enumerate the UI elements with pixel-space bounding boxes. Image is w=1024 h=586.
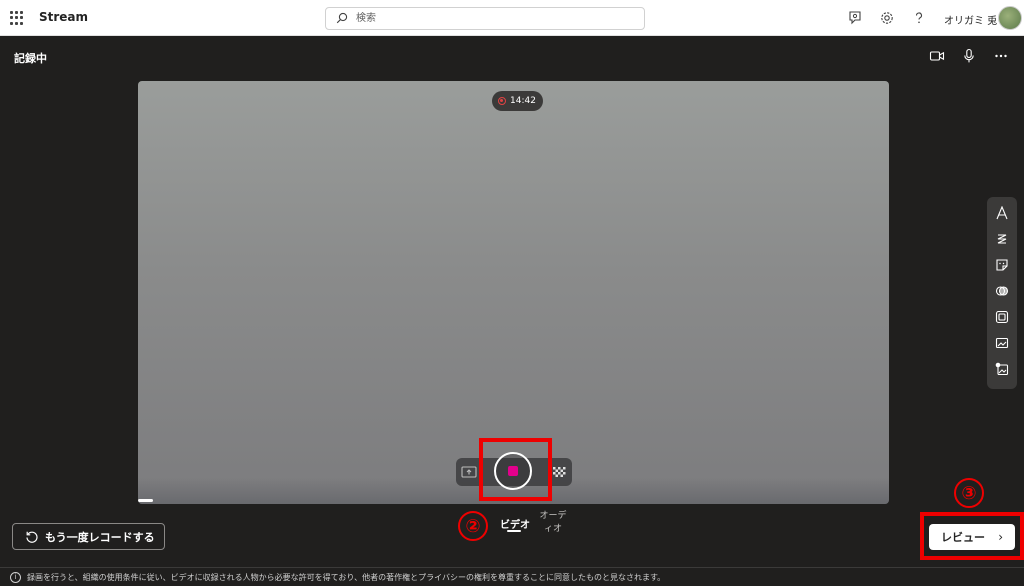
mode-audio-tab[interactable]: オーディオ: [536, 510, 570, 536]
effects-icon[interactable]: [550, 463, 568, 481]
timer-value: 14:42: [510, 96, 536, 106]
mode-active-indicator: [507, 530, 521, 532]
highlight-stop-button: [479, 438, 552, 501]
app-name[interactable]: Stream: [39, 10, 88, 24]
info-icon: i: [10, 571, 21, 583]
page-title: 記録中: [14, 52, 47, 65]
pen-icon[interactable]: [993, 230, 1011, 248]
legal-notice-text: 録画を行うと、組織の使用条件に従い、ビデオに収録される人物から必要な許可を得てお…: [27, 572, 666, 582]
recording-dot-icon: [498, 97, 506, 105]
search-icon: [336, 12, 348, 24]
microphone-icon[interactable]: [961, 48, 977, 64]
recording-progress-bar: [138, 499, 154, 502]
camera-icon[interactable]: [929, 48, 945, 64]
mode-video-tab[interactable]: ビデオ: [500, 516, 530, 531]
frame-icon[interactable]: [993, 308, 1011, 326]
feedback-icon[interactable]: [847, 10, 863, 26]
legal-notice: i 録画を行うと、組織の使用条件に従い、ビデオに収録される人物から必要な許可を得…: [0, 567, 1024, 586]
more-options-icon[interactable]: [993, 48, 1009, 64]
app-launcher-icon[interactable]: [10, 11, 24, 25]
retake-icon: [26, 531, 38, 543]
chevron-right-icon: ›: [998, 530, 1003, 544]
user-name[interactable]: オリガミ 兎: [944, 12, 997, 27]
settings-icon[interactable]: [879, 10, 895, 26]
retake-label: もう一度レコードする: [45, 530, 155, 544]
search-box[interactable]: [325, 7, 645, 30]
text-icon[interactable]: [993, 204, 1011, 222]
review-button[interactable]: レビュー ›: [929, 524, 1015, 550]
review-label: レビュー: [941, 531, 985, 544]
retake-button[interactable]: もう一度レコードする: [12, 523, 165, 550]
sticky-note-icon[interactable]: [993, 256, 1011, 274]
share-screen-icon[interactable]: [460, 463, 478, 481]
filter-icon[interactable]: [993, 282, 1011, 300]
help-icon[interactable]: [911, 10, 927, 26]
annotation-toolbar: [987, 197, 1017, 389]
avatar[interactable]: [998, 6, 1022, 30]
step-3-badge: ③: [954, 478, 984, 508]
backdrop-icon[interactable]: [993, 334, 1011, 352]
app-header: Stream オリガミ 兎: [0, 0, 1024, 36]
search-input[interactable]: [356, 10, 636, 27]
step-2-badge: ②: [458, 511, 488, 541]
image-icon[interactable]: [993, 360, 1011, 378]
recording-timer: 14:42: [492, 91, 543, 111]
